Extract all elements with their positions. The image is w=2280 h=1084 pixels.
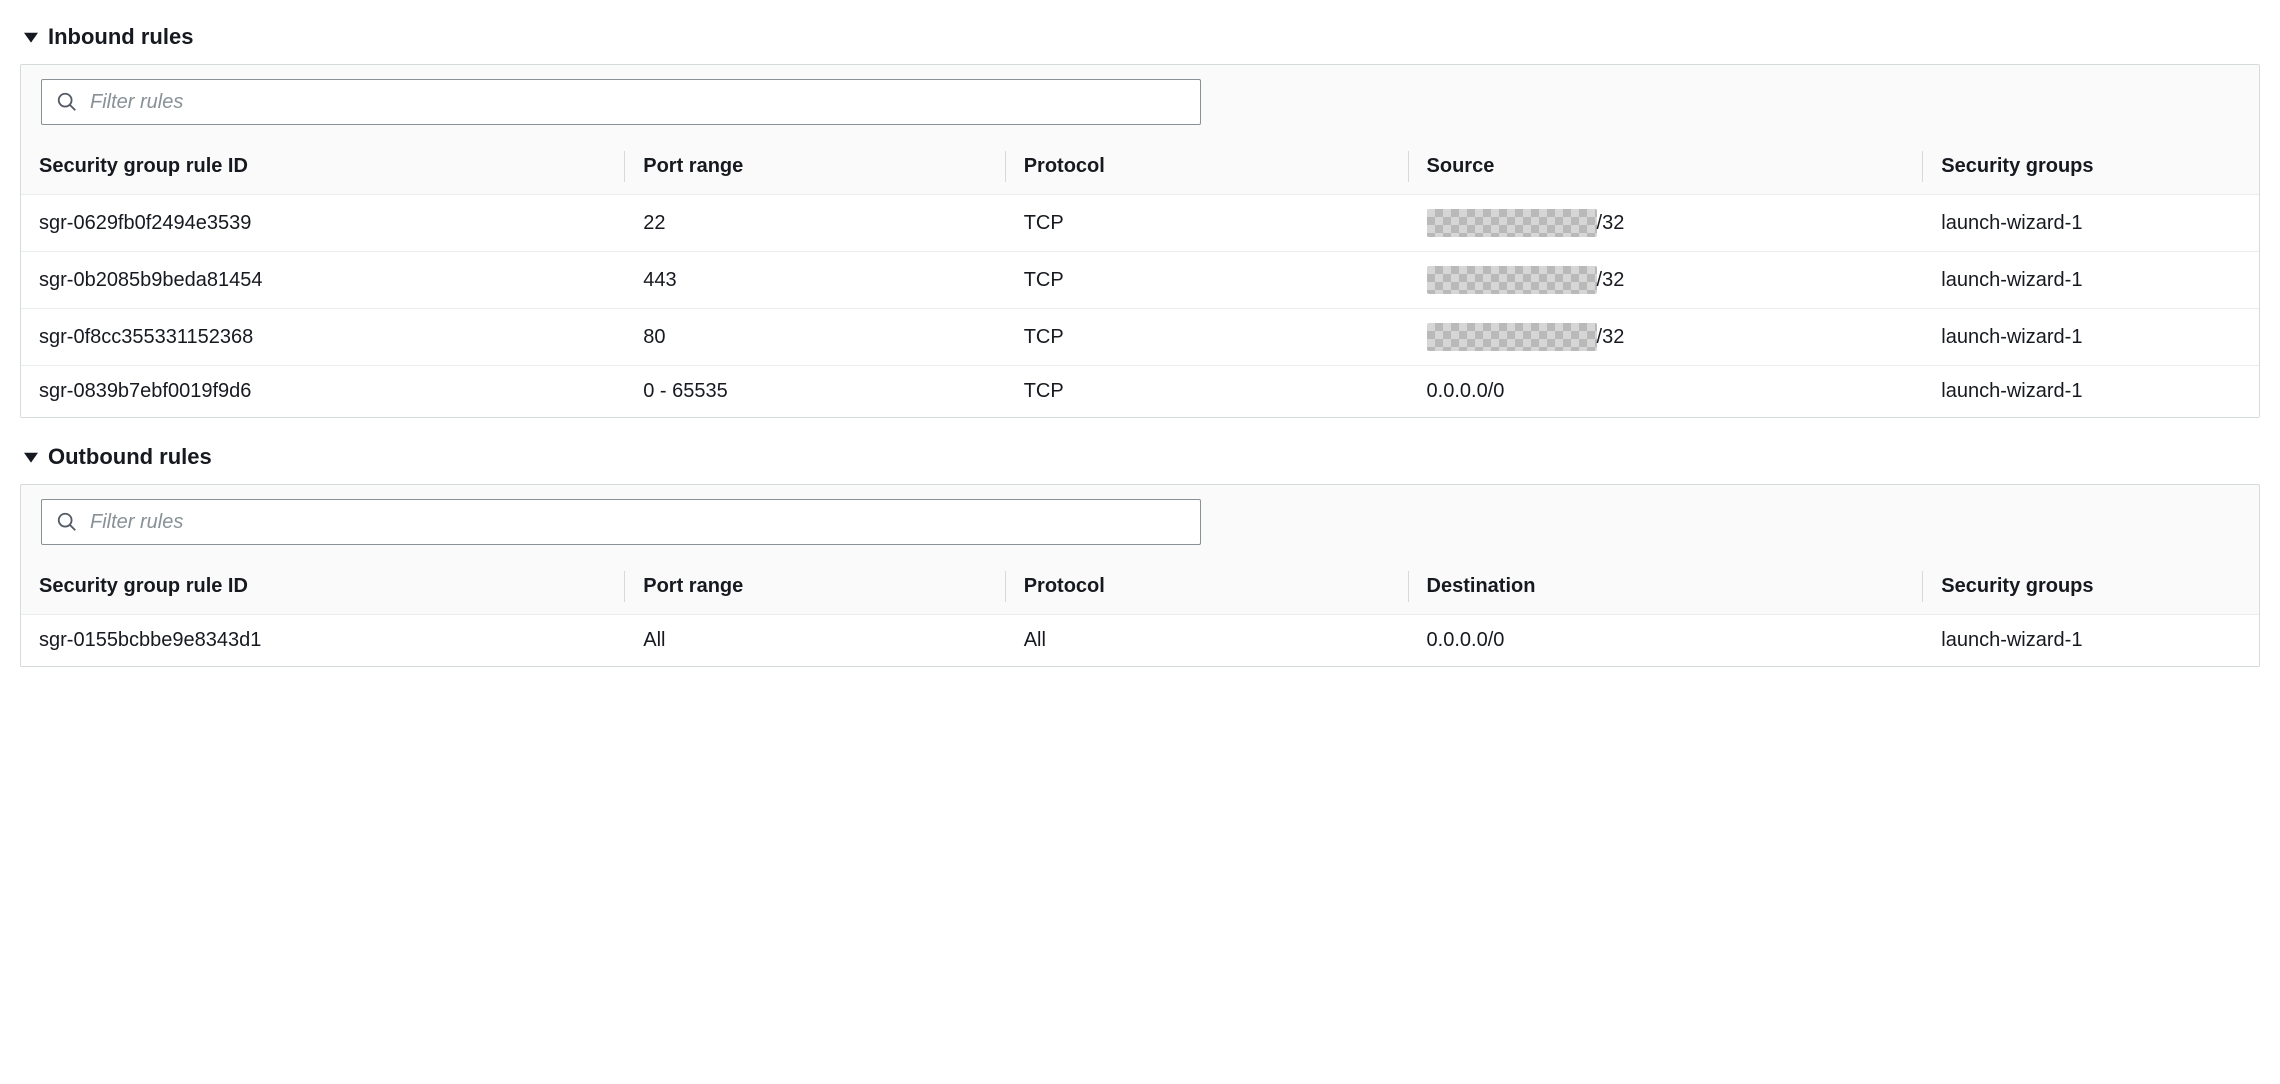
inbound-filter-input[interactable] [90,91,1186,114]
col-header-port[interactable]: Port range [625,559,1005,615]
inbound-table-header-row: Security group rule ID Port range Protoc… [21,139,2259,195]
outbound-rules-panel: Security group rule ID Port range Protoc… [20,484,2260,667]
outbound-rules-section: Outbound rules Security group rule ID Po… [20,440,2260,667]
cell-protocol: TCP [1006,195,1409,252]
outbound-rules-table: Security group rule ID Port range Protoc… [21,559,2259,666]
inbound-rules-table: Security group rule ID Port range Protoc… [21,139,2259,417]
cell-rule-id: sgr-0f8cc355331152368 [21,309,625,366]
cell-port: 443 [625,252,1005,309]
cell-protocol: TCP [1006,252,1409,309]
outbound-filter-wrap [21,485,2259,559]
col-header-protocol[interactable]: Protocol [1006,139,1409,195]
cell-rule-id: sgr-0155bcbbe9e8343d1 [21,615,625,667]
cell-port: 80 [625,309,1005,366]
col-header-destination[interactable]: Destination [1409,559,1924,615]
inbound-rules-panel: Security group rule ID Port range Protoc… [20,64,2260,418]
cell-port: All [625,615,1005,667]
cell-sg: launch-wizard-1 [1923,252,2259,309]
cell-sg: launch-wizard-1 [1923,309,2259,366]
cell-source: /32 [1409,309,1924,366]
cell-source: 0.0.0.0/0 [1409,366,1924,418]
cell-sg: launch-wizard-1 [1923,195,2259,252]
table-row: sgr-0155bcbbe9e8343d1 All All 0.0.0.0/0 … [21,615,2259,667]
cell-source: /32 [1409,252,1924,309]
cell-rule-id: sgr-0839b7ebf0019f9d6 [21,366,625,418]
cell-destination: 0.0.0.0/0 [1409,615,1924,667]
cell-port: 22 [625,195,1005,252]
col-header-sg[interactable]: Security groups [1923,559,2259,615]
outbound-filter-input[interactable] [90,511,1186,534]
cell-protocol: TCP [1006,366,1409,418]
outbound-rules-toggle[interactable]: Outbound rules [20,440,2260,484]
table-row: sgr-0839b7ebf0019f9d6 0 - 65535 TCP 0.0.… [21,366,2259,418]
redacted-ip [1427,323,1597,351]
cell-sg: launch-wizard-1 [1923,366,2259,418]
inbound-rules-toggle[interactable]: Inbound rules [20,20,2260,64]
cell-rule-id: sgr-0629fb0f2494e3539 [21,195,625,252]
table-row: sgr-0629fb0f2494e3539 22 TCP /32 launch-… [21,195,2259,252]
cell-protocol: All [1006,615,1409,667]
inbound-rules-title: Inbound rules [48,24,193,50]
outbound-table-header-row: Security group rule ID Port range Protoc… [21,559,2259,615]
search-icon [56,91,78,113]
col-header-protocol[interactable]: Protocol [1006,559,1409,615]
cidr-suffix: /32 [1597,269,1625,292]
search-icon [56,511,78,533]
cell-sg: launch-wizard-1 [1923,615,2259,667]
inbound-filter-box[interactable] [41,79,1201,125]
outbound-rules-title: Outbound rules [48,444,212,470]
cidr-suffix: /32 [1597,326,1625,349]
table-row: sgr-0f8cc355331152368 80 TCP /32 launch-… [21,309,2259,366]
cell-source: /32 [1409,195,1924,252]
cell-protocol: TCP [1006,309,1409,366]
cell-port: 0 - 65535 [625,366,1005,418]
outbound-filter-box[interactable] [41,499,1201,545]
inbound-rules-section: Inbound rules Security group rule ID Por… [20,20,2260,418]
cidr-suffix: /32 [1597,212,1625,235]
col-header-rule-id[interactable]: Security group rule ID [21,139,625,195]
col-header-sg[interactable]: Security groups [1923,139,2259,195]
redacted-ip [1427,209,1597,237]
table-row: sgr-0b2085b9beda81454 443 TCP /32 launch… [21,252,2259,309]
inbound-filter-wrap [21,65,2259,139]
col-header-source[interactable]: Source [1409,139,1924,195]
caret-down-icon [24,30,38,44]
cell-rule-id: sgr-0b2085b9beda81454 [21,252,625,309]
redacted-ip [1427,266,1597,294]
col-header-port[interactable]: Port range [625,139,1005,195]
caret-down-icon [24,450,38,464]
col-header-rule-id[interactable]: Security group rule ID [21,559,625,615]
